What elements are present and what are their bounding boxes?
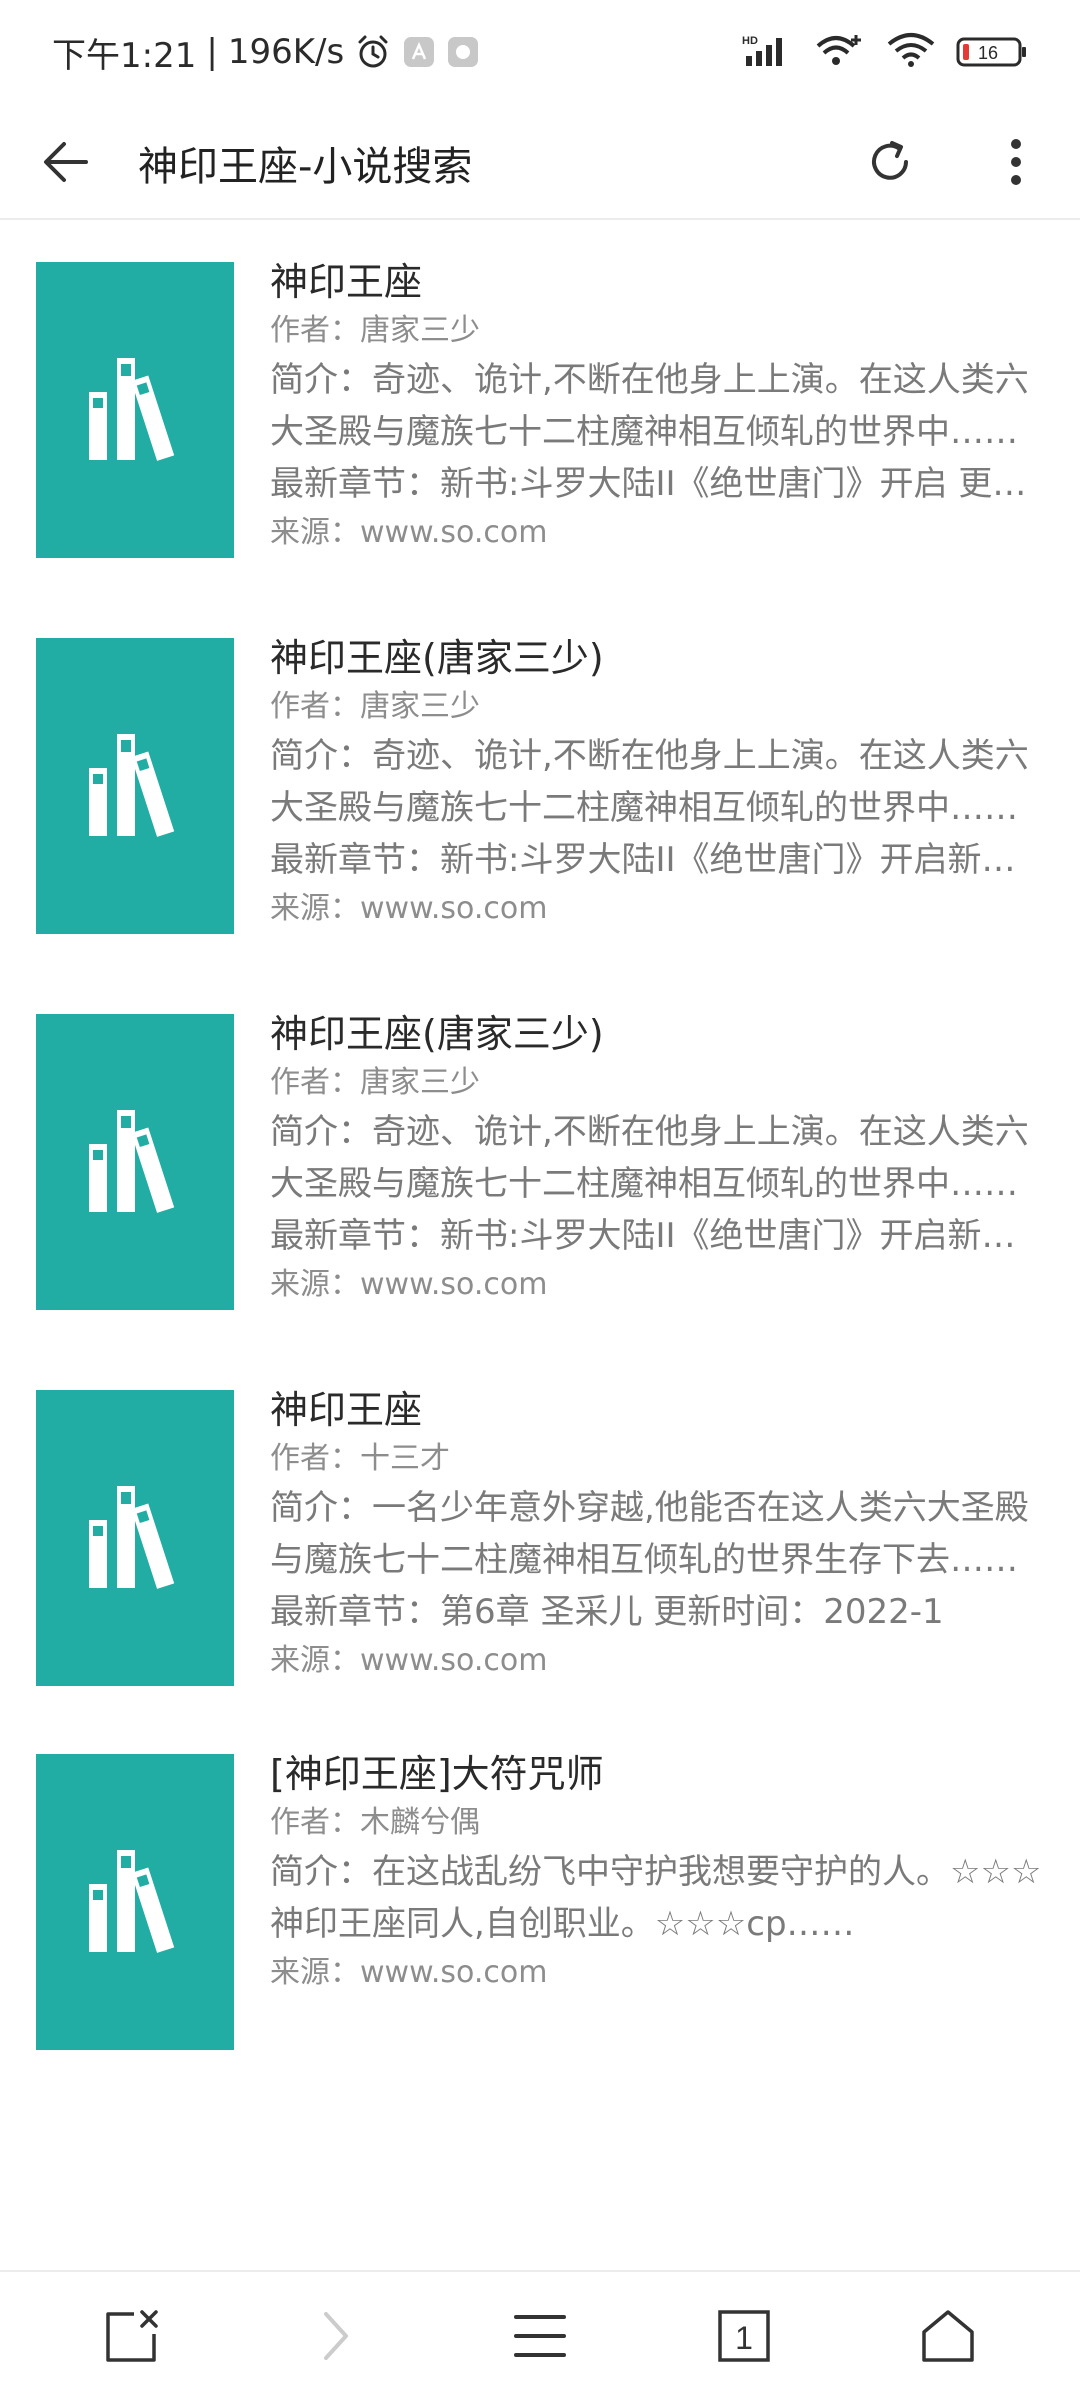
forward-button[interactable] [281, 2281, 391, 2391]
book-cover [36, 262, 234, 558]
book-cover [36, 638, 234, 934]
status-bar: 下午1:21 | 196K/s HD 16 [0, 0, 1080, 104]
wifi-plus-icon [814, 32, 866, 72]
status-time: 下午1:21 [52, 35, 197, 76]
book-source: 来源：www.so.com [270, 515, 548, 550]
app-bar: 神印王座-小说搜索 [0, 104, 1080, 220]
book-author: 作者：唐家三少 [270, 689, 480, 724]
book-info: 神印王座(唐家三少) 作者：唐家三少 简介：奇迹、诡计,不断在他身上上演。在这人… [270, 1008, 1048, 1308]
status-right: HD 16 [742, 32, 1028, 72]
book-cover [36, 1754, 234, 2050]
app-notification-icon-2 [446, 35, 480, 69]
battery-icon: 16 [956, 34, 1028, 70]
tab-count: 1 [735, 2320, 753, 2356]
status-network-speed: 196K/s [227, 32, 345, 72]
book-title[interactable]: 神印王座 [270, 256, 1048, 308]
book-source: 来源：www.so.com [270, 1267, 548, 1302]
status-left: 下午1:21 | 196K/s [52, 28, 480, 77]
forward-icon [324, 2312, 348, 2360]
home-icon [922, 2310, 974, 2362]
book-intro: 简介：奇迹、诡计,不断在他身上上演。在这人类六大圣殿与魔族七十二柱魔神相互倾轧的… [270, 1112, 1029, 1204]
book-intro: 简介：奇迹、诡计,不断在他身上上演。在这人类六大圣殿与魔族七十二柱魔神相互倾轧的… [270, 360, 1029, 452]
book-info: 神印王座(唐家三少) 作者：唐家三少 简介：奇迹、诡计,不断在他身上上演。在这人… [270, 632, 1048, 932]
book-info: [神印王座]大符咒师 作者：木麟兮偶 简介：在这战乱纷飞中守护我想要守护的人。☆… [270, 1748, 1048, 1996]
book-latest-chapter: 最新章节：新书:斗罗大陆II《绝世唐门》开启新篇章 [270, 840, 1048, 880]
book-stack-icon [89, 1486, 175, 1589]
app-notification-icon [402, 35, 436, 69]
book-author: 作者：十三才 [270, 1441, 450, 1476]
more-options-button[interactable] [986, 130, 1046, 194]
book-author: 作者：木麟兮偶 [270, 1805, 480, 1840]
book-title[interactable]: [神印王座]大符咒师 [270, 1748, 1048, 1800]
book-intro: 简介：在这战乱纷飞中守护我想要守护的人。☆☆☆神印王座同人,自创职业。☆☆☆cp… [270, 1852, 1042, 1944]
book-author: 作者：唐家三少 [270, 1065, 480, 1100]
menu-icon [514, 2315, 566, 2357]
book-title[interactable]: 神印王座 [270, 1384, 1048, 1436]
tabs-button[interactable]: 1 [689, 2281, 799, 2391]
page-title: 神印王座-小说搜索 [138, 144, 473, 190]
book-latest-chapter: 最新章节：第6章 圣采儿 更新时间：2022-1 [270, 1592, 944, 1632]
book-stack-icon [89, 1850, 175, 1953]
close-page-button[interactable] [77, 2281, 187, 2391]
arrow-left-icon [44, 142, 88, 182]
svg-text:HD: HD [742, 35, 758, 47]
status-divider: | [206, 32, 218, 72]
battery-level: 16 [978, 43, 998, 63]
book-source: 来源：www.so.com [270, 1955, 548, 1990]
book-info: 神印王座 作者：唐家三少 简介：奇迹、诡计,不断在他身上上演。在这人类六大圣殿与… [270, 256, 1048, 556]
book-source: 来源：www.so.com [270, 1643, 548, 1678]
close-page-icon [106, 2310, 158, 2362]
wifi-icon [886, 32, 936, 72]
book-cover [36, 1014, 234, 1310]
book-stack-icon [89, 358, 175, 461]
book-latest-chapter: 最新章节：新书:斗罗大陆II《绝世唐门》开启新篇章 [270, 1216, 1048, 1256]
search-result-item[interactable]: [神印王座]大符咒师 作者：木麟兮偶 简介：在这战乱纷飞中守护我想要守护的人。☆… [0, 1714, 1080, 2054]
book-cover [36, 1390, 234, 1686]
book-source: 来源：www.so.com [270, 891, 548, 926]
bottom-navigation: 1 [0, 2270, 1080, 2400]
refresh-button[interactable] [858, 130, 922, 194]
search-result-item[interactable]: 神印王座(唐家三少) 作者：唐家三少 简介：奇迹、诡计,不断在他身上上演。在这人… [0, 974, 1080, 1314]
tabs-icon: 1 [718, 2310, 770, 2362]
menu-button[interactable] [485, 2281, 595, 2391]
book-author: 作者：唐家三少 [270, 313, 480, 348]
book-title[interactable]: 神印王座(唐家三少) [270, 632, 1048, 684]
book-info: 神印王座 作者：十三才 简介：一名少年意外穿越,他能否在这人类六大圣殿与魔族七十… [270, 1384, 1048, 1684]
book-latest-chapter: 最新章节：新书:斗罗大陆II《绝世唐门》开启 更新时间： [270, 464, 1048, 504]
alarm-icon [354, 33, 392, 71]
book-stack-icon [89, 734, 175, 837]
search-result-item[interactable]: 神印王座 作者：十三才 简介：一名少年意外穿越,他能否在这人类六大圣殿与魔族七十… [0, 1350, 1080, 1690]
refresh-icon [872, 141, 908, 180]
hd-signal-icon: HD [742, 32, 794, 72]
search-result-item[interactable]: 神印王座 作者：唐家三少 简介：奇迹、诡计,不断在他身上上演。在这人类六大圣殿与… [0, 222, 1080, 562]
more-vertical-icon [1011, 139, 1021, 185]
back-button[interactable] [36, 132, 96, 192]
book-intro: 简介：一名少年意外穿越,他能否在这人类六大圣殿与魔族七十二柱魔神相互倾轧的世界生… [270, 1488, 1029, 1580]
book-stack-icon [89, 1110, 175, 1213]
search-result-item[interactable]: 神印王座(唐家三少) 作者：唐家三少 简介：奇迹、诡计,不断在他身上上演。在这人… [0, 598, 1080, 938]
home-button[interactable] [893, 2281, 1003, 2391]
book-intro: 简介：奇迹、诡计,不断在他身上上演。在这人类六大圣殿与魔族七十二柱魔神相互倾轧的… [270, 736, 1029, 828]
book-title[interactable]: 神印王座(唐家三少) [270, 1008, 1048, 1060]
